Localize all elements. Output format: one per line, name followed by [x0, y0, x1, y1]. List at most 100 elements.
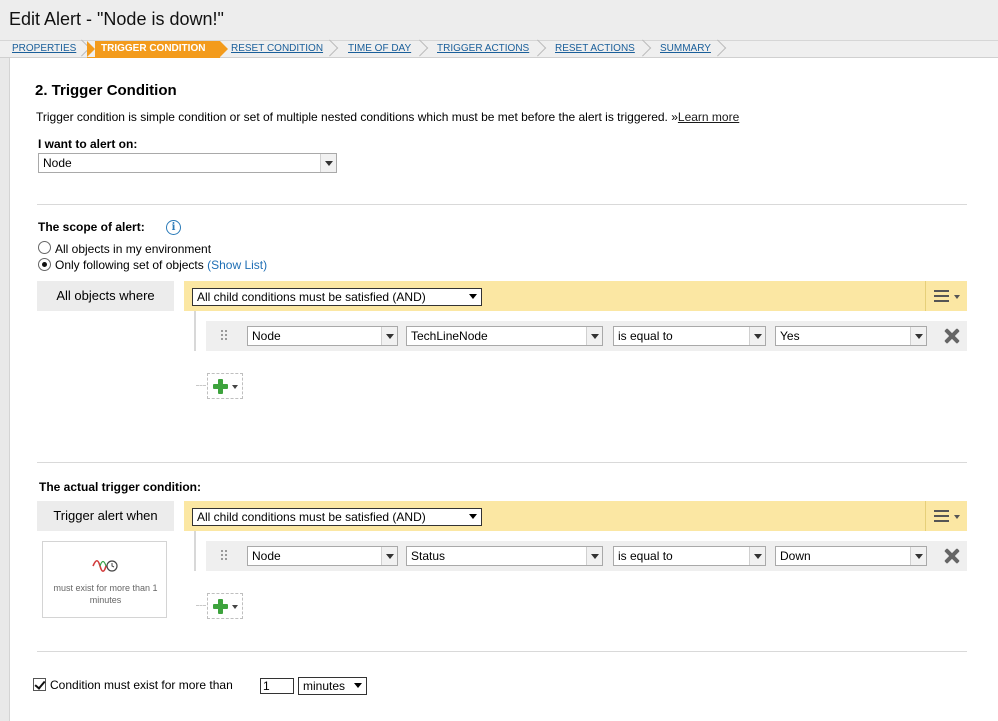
caret-down-icon — [232, 605, 238, 609]
scope-condition-property-select[interactable]: TechLineNode — [406, 326, 603, 346]
plus-icon — [213, 599, 228, 614]
field-value: Node — [252, 549, 281, 563]
scope-condition-row: Node TechLineNode is equal to Yes — [206, 321, 967, 351]
learn-more-link[interactable]: Learn more — [678, 110, 739, 124]
step-properties[interactable]: PROPERTIES — [12, 41, 76, 58]
scope-option-text: Only following set of objects — [55, 258, 204, 272]
property-value: Status — [411, 549, 446, 563]
trigger-condition-value-select[interactable]: Down — [775, 546, 927, 566]
scope-logic-value: All child conditions must be satisfied (… — [197, 290, 426, 304]
caret-down-icon — [954, 295, 960, 299]
step-trigger-condition[interactable]: TRIGGER CONDITION — [87, 41, 228, 58]
step-separator-icon — [418, 41, 427, 58]
trigger-logic-select[interactable]: All child conditions must be satisfied (… — [192, 508, 482, 526]
plus-icon — [213, 379, 228, 394]
step-separator-icon — [536, 41, 545, 58]
condition-duration-label: Condition must exist for more than — [50, 678, 233, 692]
alert-on-label: I want to alert on: — [38, 137, 138, 151]
step-separator-icon — [328, 41, 337, 58]
step-summary-link[interactable]: SUMMARY — [660, 43, 711, 54]
trigger-logic-value: All child conditions must be satisfied (… — [197, 510, 426, 524]
step-time-of-day-link[interactable]: TIME OF DAY — [348, 43, 411, 54]
step-separator-icon — [716, 41, 725, 58]
trigger-condition-field-select[interactable]: Node — [247, 546, 398, 566]
chevron-down-icon — [320, 154, 336, 172]
trigger-condition-property-select[interactable]: Status — [406, 546, 603, 566]
chevron-down-icon — [350, 678, 366, 694]
scope-radio-selected-label: Only following set of objects (Show List… — [55, 258, 267, 272]
operator-value: is equal to — [618, 329, 673, 343]
divider — [37, 462, 967, 463]
waveform-clock-icon — [92, 559, 118, 573]
trigger-label: The actual trigger condition: — [39, 480, 202, 494]
trigger-add-condition-button[interactable] — [207, 593, 243, 619]
drag-handle-icon[interactable] — [221, 330, 229, 342]
condition-duration-checkbox[interactable] — [33, 678, 46, 691]
scope-logic-select[interactable]: All child conditions must be satisfied (… — [192, 288, 482, 306]
drag-handle-icon[interactable] — [221, 550, 229, 562]
scope-group-label: All objects where — [37, 281, 174, 311]
chevron-down-icon — [381, 327, 397, 345]
divider — [37, 651, 967, 652]
content-panel: 2. Trigger Condition Trigger condition i… — [9, 58, 998, 721]
menu-lines-icon — [934, 510, 949, 525]
step-trigger-actions-link[interactable]: TRIGGER ACTIONS — [437, 43, 529, 54]
chevron-down-icon — [749, 327, 765, 345]
caret-down-icon — [954, 515, 960, 519]
chevron-down-icon — [586, 547, 602, 565]
section-description: Trigger condition is simple condition or… — [36, 110, 739, 124]
scope-condition-operator-select[interactable]: is equal to — [613, 326, 766, 346]
duration-amount-input[interactable]: 1 — [260, 678, 294, 694]
value-value: Down — [780, 549, 811, 563]
step-separator-icon — [641, 41, 650, 58]
scope-radio-all[interactable] — [38, 241, 51, 254]
trigger-condition-row: Node Status is equal to Down — [206, 541, 967, 571]
step-properties-link[interactable]: PROPERTIES — [12, 43, 76, 54]
scope-condition-field-select[interactable]: Node — [247, 326, 398, 346]
trigger-condition-operator-select[interactable]: is equal to — [613, 546, 766, 566]
description-text: Trigger condition is simple condition or… — [36, 110, 668, 124]
duration-note: must exist for more than 1 minutes — [53, 583, 158, 605]
step-trigger-actions[interactable]: TRIGGER ACTIONS — [437, 41, 529, 58]
scope-menu-button[interactable] — [925, 281, 967, 311]
divider — [37, 204, 967, 205]
scope-add-condition-button[interactable] — [207, 373, 243, 399]
scope-label: The scope of alert: — [38, 220, 145, 234]
trigger-menu-button[interactable] — [925, 501, 967, 531]
caret-down-icon — [232, 385, 238, 389]
value-value: Yes — [780, 329, 800, 343]
trigger-group-bar: All child conditions must be satisfied (… — [184, 501, 967, 531]
scope-condition-value-select[interactable]: Yes — [775, 326, 927, 346]
close-icon[interactable] — [943, 547, 961, 565]
operator-value: is equal to — [618, 549, 673, 563]
step-time-of-day[interactable]: TIME OF DAY — [348, 41, 411, 58]
step-reset-actions-link[interactable]: RESET ACTIONS — [555, 43, 635, 54]
step-reset-condition-link[interactable]: RESET CONDITION — [231, 43, 323, 54]
scope-group-bar: All child conditions must be satisfied (… — [184, 281, 967, 311]
step-reset-condition[interactable]: RESET CONDITION — [231, 41, 323, 58]
chevron-down-icon — [910, 547, 926, 565]
show-list-link[interactable]: (Show List) — [207, 258, 267, 272]
alert-on-select[interactable]: Node — [38, 153, 337, 173]
duration-unit-value: minutes — [303, 679, 346, 693]
close-icon[interactable] — [943, 327, 961, 345]
chevron-down-icon — [586, 327, 602, 345]
wizard-steps: PROPERTIES TRIGGER CONDITION RESET CONDI… — [0, 40, 998, 58]
page-title: Edit Alert - "Node is down!" — [0, 0, 998, 40]
field-value: Node — [252, 329, 281, 343]
scope-radio-selected[interactable] — [38, 258, 51, 271]
info-icon[interactable]: i — [166, 220, 181, 235]
step-summary[interactable]: SUMMARY — [660, 41, 711, 58]
tree-connector — [196, 385, 206, 386]
tree-line — [194, 311, 196, 351]
chevron-down-icon — [465, 509, 481, 525]
duration-unit-select[interactable]: minutes — [298, 677, 367, 695]
tree-line — [194, 531, 196, 571]
duration-indicator: must exist for more than 1 minutes — [42, 541, 167, 618]
chevron-down-icon — [910, 327, 926, 345]
section-title: 2. Trigger Condition — [35, 82, 177, 99]
step-trigger-condition-label: TRIGGER CONDITION — [101, 43, 206, 54]
step-reset-actions[interactable]: RESET ACTIONS — [555, 41, 635, 58]
learn-more-prefix: » — [671, 110, 678, 124]
chevron-down-icon — [465, 289, 481, 305]
